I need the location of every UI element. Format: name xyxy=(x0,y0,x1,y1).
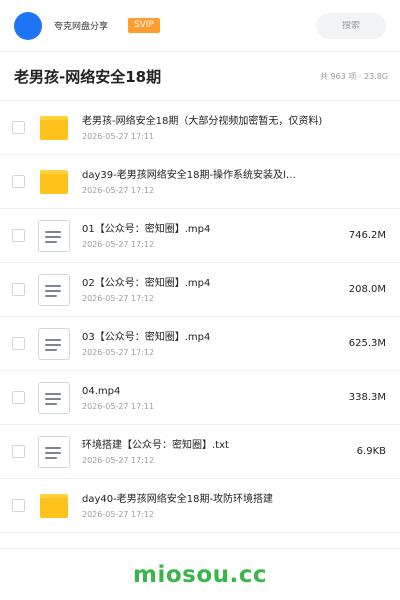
row-checkbox[interactable] xyxy=(12,499,25,512)
top-bar: 夸克网盘分享 SVIP xyxy=(0,0,400,52)
file-row[interactable]: 04.mp4 2026-05-27 17:11 338.3M xyxy=(0,371,400,425)
folder-icon xyxy=(38,490,70,522)
file-date: 2026-05-27 17:12 xyxy=(82,239,155,249)
file-name[interactable]: 老男孩-网络安全18期（大部分视频加密暂无，仅资料) xyxy=(82,115,378,129)
file-list: 老男孩-网络安全18期（大部分视频加密暂无，仅资料) 2026-05-27 17… xyxy=(0,100,400,533)
user-avatar[interactable] xyxy=(14,11,42,40)
file-date: 2026-05-27 17:11 xyxy=(82,131,155,141)
document-icon xyxy=(38,435,70,468)
app-name: 夸克网盘分享 xyxy=(54,22,109,32)
search-input[interactable] xyxy=(321,20,381,31)
row-checkbox[interactable] xyxy=(12,337,25,350)
file-row[interactable]: 老男孩-网络安全18期（大部分视频加密暂无，仅资料) 2026-05-27 17… xyxy=(0,101,400,155)
row-checkbox[interactable] xyxy=(12,391,25,404)
row-checkbox[interactable] xyxy=(12,121,25,134)
file-row[interactable]: 环境搭建【公众号：密知圈】.txt 2026-05-27 17:12 6.9KB xyxy=(0,425,400,479)
folder-icon xyxy=(38,166,70,198)
file-size: 208.0M xyxy=(348,284,386,295)
file-name[interactable]: day39-老男孩网络安全18期-操作系统安装及l… xyxy=(82,169,378,183)
file-size: 625.3M xyxy=(348,338,386,349)
folder-icon xyxy=(38,112,70,144)
file-name[interactable]: 03【公众号：密知圈】.mp4 xyxy=(82,331,341,345)
svip-badge: SVIP xyxy=(128,18,160,33)
file-name[interactable]: 01【公众号：密知圈】.mp4 xyxy=(82,223,341,237)
brand-watermark: miosou.cc xyxy=(132,561,268,588)
file-size: 746.2M xyxy=(348,230,386,241)
file-date: 2026-05-27 17:12 xyxy=(82,347,155,357)
file-row[interactable]: 03【公众号：密知圈】.mp4 2026-05-27 17:12 625.3M xyxy=(0,317,400,371)
row-checkbox[interactable] xyxy=(12,445,25,458)
file-row[interactable]: day40-老男孩网络安全18期-攻防环境搭建 2026-05-27 17:12 xyxy=(0,479,400,533)
document-icon xyxy=(38,219,70,252)
file-row[interactable]: day39-老男孩网络安全18期-操作系统安装及l… 2026-05-27 17… xyxy=(0,155,400,209)
file-date: 2026-05-27 17:12 xyxy=(82,293,155,303)
file-name[interactable]: 环境搭建【公众号：密知圈】.txt xyxy=(82,439,349,453)
file-name[interactable]: day40-老男孩网络安全18期-攻防环境搭建 xyxy=(82,493,378,507)
row-checkbox[interactable] xyxy=(12,175,25,188)
file-size: 338.3M xyxy=(348,392,386,403)
file-date: 2026-05-27 17:12 xyxy=(82,509,155,519)
document-icon xyxy=(38,273,70,306)
file-date: 2026-05-27 17:12 xyxy=(82,185,155,195)
item-count-summary: 共 963 项 · 23.8G xyxy=(320,71,388,81)
page-title: 老男孩-网络安全18期 xyxy=(14,67,162,86)
file-name[interactable]: 04.mp4 xyxy=(82,385,341,399)
file-row[interactable]: 02【公众号：密知圈】.mp4 2026-05-27 17:12 208.0M xyxy=(0,263,400,317)
share-title-row: 老男孩-网络安全18期 共 963 项 · 23.8G xyxy=(0,52,400,100)
file-size: 6.9KB xyxy=(356,446,386,457)
file-date: 2026-05-27 17:12 xyxy=(82,455,155,465)
search-box[interactable] xyxy=(316,12,386,39)
footer-watermark: miosou.cc xyxy=(0,548,400,600)
file-row[interactable]: 01【公众号：密知圈】.mp4 2026-05-27 17:12 746.2M xyxy=(0,209,400,263)
row-checkbox[interactable] xyxy=(12,283,25,296)
file-name[interactable]: 02【公众号：密知圈】.mp4 xyxy=(82,277,341,291)
file-date: 2026-05-27 17:11 xyxy=(82,401,155,411)
row-checkbox[interactable] xyxy=(12,229,25,242)
document-icon xyxy=(38,327,70,360)
document-icon xyxy=(38,381,70,414)
